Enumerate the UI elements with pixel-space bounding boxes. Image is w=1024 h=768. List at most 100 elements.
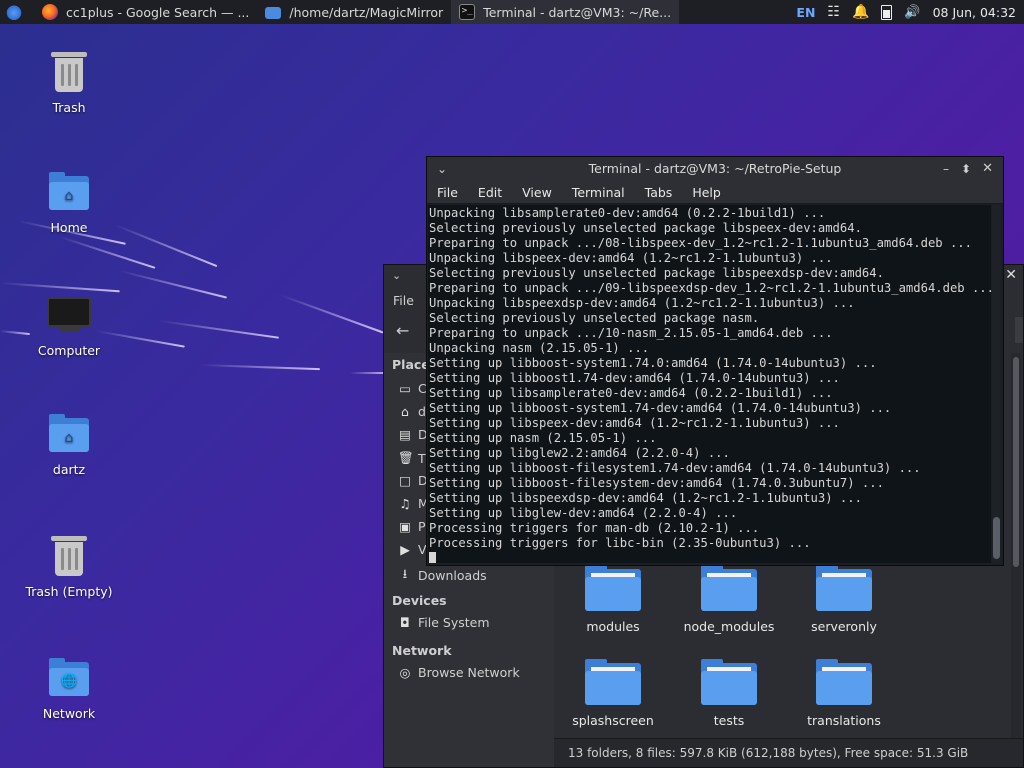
computer-icon: ▭ xyxy=(399,381,411,396)
sidebar-item-trash[interactable]: 🗑 T xyxy=(398,450,426,466)
terminal-line: Processing triggers for man-db (2.10.2-1… xyxy=(429,521,760,535)
keyboard-layout-indicator[interactable]: EN xyxy=(796,5,815,20)
notification-bell-icon[interactable]: 🔔 xyxy=(852,4,869,20)
sidebar-item-desktop[interactable]: ▤ D xyxy=(398,427,428,442)
close-icon[interactable]: ✕ xyxy=(982,157,993,181)
menu-help[interactable]: Help xyxy=(692,185,721,200)
sidebar-item-documents[interactable]: □ D xyxy=(398,473,428,488)
folder-icon xyxy=(701,657,757,705)
desktop-icon-trash-empty[interactable]: Trash (Empty) xyxy=(14,534,124,599)
network-icon[interactable]: ☷ xyxy=(827,4,840,20)
pictures-icon: ▣ xyxy=(399,519,411,534)
menu-terminal[interactable]: Terminal xyxy=(572,185,625,200)
xfce-logo-icon xyxy=(6,4,22,20)
window-menu-chevron-icon[interactable]: ⌄ xyxy=(437,157,447,181)
folder-icon xyxy=(816,657,872,705)
terminal-line: Setting up libspeex-dev:amd64 (1.2~rc1.2… xyxy=(429,416,840,430)
status-bar: 13 folders, 8 files: 597.8 KiB (612,188 … xyxy=(554,738,1023,767)
home-folder-icon: ⌂ xyxy=(47,170,91,214)
sidebar-item-videos[interactable]: ▶ V xyxy=(398,542,426,557)
minimize-icon[interactable]: – xyxy=(943,157,949,181)
sidebar-item-music[interactable]: ♫ M xyxy=(398,496,428,511)
menu-view[interactable]: View xyxy=(522,185,552,200)
menu-file[interactable]: File xyxy=(393,293,414,308)
drive-icon: ◘ xyxy=(400,615,410,630)
window-title: Terminal - dartz@VM3: ~/RetroPie-Setup xyxy=(588,161,842,176)
volume-icon[interactable]: 🔊 xyxy=(904,5,920,20)
home-icon: ⌂ xyxy=(401,404,409,419)
app-menu-button[interactable] xyxy=(0,0,28,24)
sidebar-item-file-system[interactable]: ◘ File System xyxy=(398,615,489,630)
taskbar-item-browser[interactable]: cc1plus - Google Search — ... xyxy=(34,0,257,24)
sidebar-item-downloads[interactable]: ⭳ Downloads xyxy=(398,565,487,586)
desktop-icon-trash[interactable]: Trash xyxy=(14,50,124,115)
desktop-icon-label: dartz xyxy=(52,462,86,477)
scrollbar-thumb[interactable] xyxy=(1013,357,1019,567)
folder-label: serveronly xyxy=(811,619,877,634)
close-icon[interactable]: ✕ xyxy=(1005,267,1017,283)
terminal-line: Setting up libsamplerate0-dev:amd64 (0.2… xyxy=(429,386,833,400)
folder-icon xyxy=(816,563,872,611)
computer-icon xyxy=(47,293,91,337)
desktop-icon-network[interactable]: 🌐 Network xyxy=(14,656,124,721)
terminal-line: Setting up libboost-system1.74-dev:amd64… xyxy=(429,401,892,415)
terminal-line: Setting up libboost-filesystem1.74-dev:a… xyxy=(429,461,921,475)
desktop-icon-label: Home xyxy=(50,220,88,235)
taskbar-item-terminal[interactable]: >_ Terminal - dartz@VM3: ~/Re... xyxy=(451,0,680,24)
terminal-line: Setting up nasm (2.15.05-1) ... xyxy=(429,431,657,445)
terminal-line: Unpacking nasm (2.15.05-1) ... xyxy=(429,341,650,355)
terminal-line: Processing triggers for libc-bin (2.35-0… xyxy=(429,536,811,550)
folder-icon xyxy=(265,7,282,19)
menu-tabs[interactable]: Tabs xyxy=(645,185,673,200)
terminal-output[interactable]: Unpacking libsamplerate0-dev:amd64 (0.2.… xyxy=(428,205,991,563)
folder-label: modules xyxy=(586,619,640,634)
maximize-icon[interactable]: ⬍ xyxy=(961,157,971,181)
folder-item-node-modules[interactable]: node_modules xyxy=(674,563,784,634)
desktop-icon-label: Network xyxy=(42,706,96,721)
terminal-line: Preparing to unpack .../08-libspeex-dev_… xyxy=(429,236,972,250)
taskbar-item-file-manager[interactable]: /home/dartz/MagicMirror xyxy=(257,0,451,24)
sidebar-item-browse-network[interactable]: ◎ Browse Network xyxy=(398,665,520,680)
folder-icon xyxy=(585,657,641,705)
firefox-icon xyxy=(42,4,58,20)
sidebar-item-pictures[interactable]: ▣ P xyxy=(398,519,425,534)
terminal-titlebar[interactable]: ⌄ Terminal - dartz@VM3: ~/RetroPie-Setup… xyxy=(427,157,1003,181)
scrollbar-thumb[interactable] xyxy=(993,517,1000,559)
menu-edit[interactable]: Edit xyxy=(478,185,502,200)
folder-item-splashscreen[interactable]: splashscreen xyxy=(558,657,668,728)
terminal-line: Unpacking libspeexdsp-dev:amd64 (1.2~rc1… xyxy=(429,296,855,310)
system-tray: EN ☷ 🔔 🔊 08 Jun, 04:32 xyxy=(796,0,1024,24)
terminal-line: Preparing to unpack .../10-nasm_2.15.05-… xyxy=(429,326,833,340)
terminal-line: Setting up libglew-dev:amd64 (2.2.0-4) .… xyxy=(429,506,738,520)
folder-label: splashscreen xyxy=(572,713,654,728)
folder-item-tests[interactable]: tests xyxy=(674,657,784,728)
desktop-icon-computer[interactable]: Computer xyxy=(14,293,124,358)
trash-icon xyxy=(47,50,91,94)
folder-item-serveronly[interactable]: serveronly xyxy=(789,563,899,634)
folder-label: node_modules xyxy=(683,619,775,634)
folder-label: translations xyxy=(807,713,881,728)
file-view-scrollbar[interactable] xyxy=(1011,353,1021,739)
terminal-line: Unpacking libsamplerate0-dev:amd64 (0.2.… xyxy=(429,206,826,220)
desktop-icon-dartz[interactable]: ⌂ dartz xyxy=(14,412,124,477)
folder-item-translations[interactable]: translations xyxy=(789,657,899,728)
videos-icon: ▶ xyxy=(400,542,410,557)
back-arrow-icon[interactable]: ← xyxy=(396,321,409,340)
terminal-menubar: File Edit View Terminal Tabs Help xyxy=(427,181,1003,204)
menu-file[interactable]: File xyxy=(437,185,458,200)
sidebar-item-computer[interactable]: ▭ C xyxy=(398,381,427,396)
desktop-icon-label: Trash xyxy=(52,100,86,115)
window-menu-chevron-icon[interactable]: ⌄ xyxy=(392,269,401,282)
music-icon: ♫ xyxy=(399,496,411,511)
clock[interactable]: 08 Jun, 04:32 xyxy=(933,5,1016,20)
sidebar-item-home[interactable]: ⌂ d xyxy=(398,404,426,419)
desktop-icon-home[interactable]: ⌂ Home xyxy=(14,170,124,235)
sidebar-section-devices: Devices xyxy=(392,593,447,608)
home-folder-icon: ⌂ xyxy=(47,412,91,456)
terminal-line: Selecting previously unselected package … xyxy=(429,266,884,280)
battery-icon[interactable] xyxy=(881,4,893,20)
terminal-scrollbar[interactable] xyxy=(992,205,1001,563)
folder-label: tests xyxy=(713,713,745,728)
trash-icon xyxy=(47,534,91,578)
folder-item-modules[interactable]: modules xyxy=(558,563,668,634)
